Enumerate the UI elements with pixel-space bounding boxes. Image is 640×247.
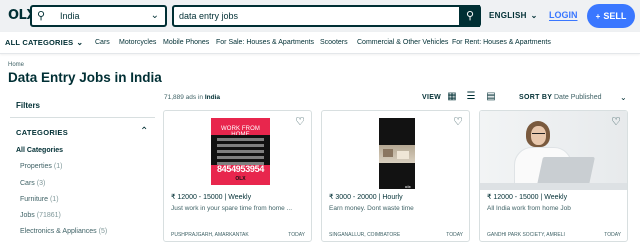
category-link-houses-rent[interactable]: For Rent: Houses & Apartments [452, 39, 551, 46]
heart-icon[interactable]: ♡ [295, 115, 305, 128]
all-categories-label: ALL CATEGORIES [5, 38, 74, 47]
list-view-icon[interactable]: ☰ [465, 91, 477, 102]
category-link-houses-sale[interactable]: For Sale: Houses & Apartments [216, 39, 314, 46]
view-label: VIEW [422, 94, 442, 101]
ad-card[interactable]: olx ♡ ₹ 3000 - 20000 | Hourly Earn money… [321, 110, 470, 242]
category-link-scooters[interactable]: Scooters [320, 39, 348, 46]
plus-icon: + [595, 12, 601, 21]
ad-location: SINGANALLUR, COIMBATORE [329, 232, 401, 238]
filter-count: (71861) [36, 212, 61, 219]
top-header: OLX ⚲ ⌄ ⚲ ENGLISH⌄ LOGIN +SELL [0, 0, 640, 32]
watermark: olx [405, 184, 411, 189]
ad-location: PUSHPRAJGARH, AMARKANTAK [171, 232, 249, 238]
ad-description: All India work from home Job [487, 205, 571, 212]
heart-icon[interactable]: ♡ [453, 115, 463, 128]
poster-phone: 8454953954 [216, 164, 265, 174]
filters-heading: Filters [16, 101, 41, 110]
chevron-down-icon: ⌄ [76, 38, 84, 47]
photo-desk [480, 183, 627, 190]
category-link-commercial-vehicles[interactable]: Commercial & Other Vehicles [357, 39, 448, 46]
filter-label: Electronics & Appliances [20, 228, 97, 235]
sort-by-label: SORT BY [519, 94, 553, 101]
sell-label: SELL [603, 11, 627, 21]
search-icon: ⚲ [465, 10, 475, 22]
categories-heading[interactable]: CATEGORIES [16, 128, 68, 137]
search-icon: ⚲ [37, 10, 46, 22]
ad-image[interactable] [480, 111, 627, 190]
ad-poster: WORK FROM HOME 8454953954 OLX [211, 118, 270, 185]
language-selector[interactable]: ENGLISH ⌄ [489, 11, 538, 20]
filter-count: (3) [36, 180, 46, 187]
search-input[interactable] [179, 9, 439, 23]
chevron-down-icon[interactable]: ⌄ [151, 10, 159, 21]
ad-date: TODAY [288, 232, 305, 238]
poster-text-block [211, 135, 270, 165]
category-bar: ALL CATEGORIES ⌄ Cars Motorcycles Mobile … [0, 32, 640, 54]
grid-view-icon[interactable]: ▦ [446, 91, 458, 102]
divider [10, 117, 155, 118]
poster-brand: OLX [235, 176, 246, 182]
category-link-cars[interactable]: Cars [95, 39, 110, 46]
ad-card[interactable]: WORK FROM HOME 8454953954 OLX ♡ ₹ 12000 … [163, 110, 312, 242]
photo-glasses [532, 133, 545, 136]
chevron-up-icon[interactable]: ⌃ [140, 126, 148, 137]
filter-count: (5) [98, 228, 108, 235]
filter-item-properties[interactable]: Properties (1) [20, 163, 62, 170]
location-box[interactable]: ⚲ ⌄ [30, 5, 167, 27]
filter-count: (1) [49, 196, 59, 203]
heart-icon[interactable]: ♡ [611, 115, 621, 128]
ad-date: TODAY [604, 232, 621, 238]
ad-card[interactable]: ♡ ₹ 12000 - 15000 | Weekly All India wor… [479, 110, 628, 242]
photo-laptop [537, 157, 595, 185]
sell-button[interactable]: + SELL [587, 4, 635, 28]
ad-description: Just work in your spare time from home .… [171, 205, 293, 212]
chevron-down-icon: ⌄ [530, 11, 538, 20]
page-title: Data Entry Jobs in India [8, 70, 162, 85]
ad-photo [480, 111, 627, 190]
ads-count: 71,889 ads in India [164, 94, 220, 101]
ads-count-text: 71,889 ads in [164, 94, 204, 101]
ad-image[interactable]: WORK FROM HOME 8454953954 OLX [165, 112, 310, 189]
filter-label: Furniture [20, 196, 49, 203]
sort-dropdown[interactable]: Date Published [554, 94, 601, 101]
all-categories-dropdown[interactable]: ALL CATEGORIES ⌄ [5, 38, 83, 47]
all-categories-filter[interactable]: All Categories [16, 147, 63, 154]
ads-count-location: India [204, 94, 221, 101]
location-input[interactable] [60, 9, 140, 23]
filter-label: Cars [20, 180, 35, 187]
filter-item-cars[interactable]: Cars (3) [20, 180, 45, 187]
ad-image[interactable]: olx [323, 112, 468, 189]
filter-item-furniture[interactable]: Furniture (1) [20, 196, 59, 203]
filter-item-jobs[interactable]: Jobs (71861) [20, 212, 61, 219]
category-link-motorcycles[interactable]: Motorcycles [119, 39, 156, 46]
filter-label: Properties [20, 163, 52, 170]
filter-count: (1) [53, 163, 63, 170]
filter-label: Jobs [20, 212, 35, 219]
ad-date: TODAY [446, 232, 463, 238]
ad-price: ₹ 12000 - 15000 | Weekly [171, 194, 252, 201]
ad-description: Earn money. Dont waste time [329, 205, 414, 212]
gallery-view-icon[interactable]: ▤ [485, 91, 497, 102]
ad-location: GANDHI PARK SOCIETY, AMRELI [487, 232, 565, 238]
search-box[interactable] [172, 5, 480, 27]
breadcrumb[interactable]: Home [8, 62, 24, 68]
room-photo [379, 145, 415, 163]
ad-price: ₹ 3000 - 20000 | Hourly [329, 194, 403, 201]
ad-photo: olx [379, 118, 415, 189]
ad-price: ₹ 12000 - 15000 | Weekly [487, 194, 568, 201]
category-link-mobile-phones[interactable]: Mobile Phones [163, 39, 209, 46]
language-label: ENGLISH [489, 11, 527, 20]
login-link[interactable]: LOGIN [549, 10, 578, 20]
search-button[interactable]: ⚲ [459, 5, 481, 27]
filter-item-electronics[interactable]: Electronics & Appliances (5) [20, 228, 107, 235]
chevron-down-icon[interactable]: ⌄ [620, 93, 627, 102]
